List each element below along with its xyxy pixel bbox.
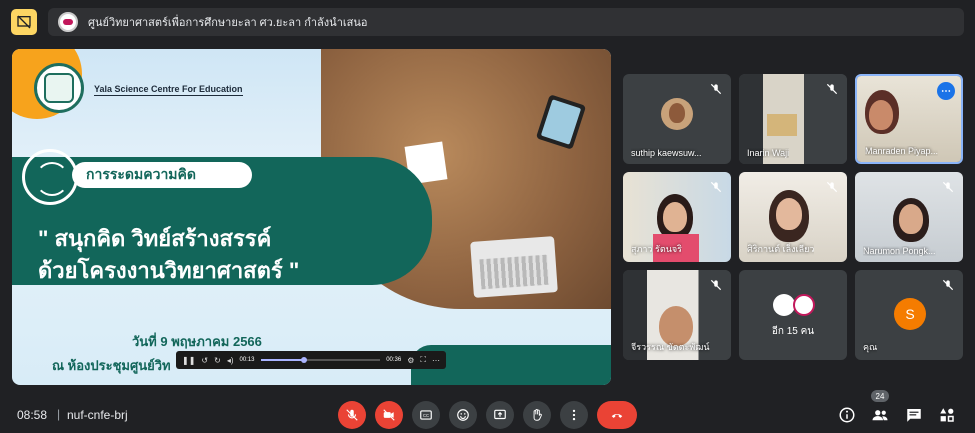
slide-tag: การระดมความคิด bbox=[72, 162, 252, 188]
people-icon bbox=[872, 410, 888, 421]
video-controls: ❚❚ ↺ ↻ ◂) 00:13 00:36 ⚙ ⛶ ⋯ bbox=[176, 351, 446, 369]
more-vert-icon bbox=[572, 409, 576, 421]
participant-tile[interactable]: สุภาว รัตนจริ bbox=[623, 172, 731, 262]
forward-icon[interactable]: ↻ bbox=[214, 356, 221, 365]
participant-name: จีรวรรณ ขัดตะพัฒน์ bbox=[631, 342, 710, 352]
participant-tile[interactable]: จีรวรรณ ขัดตะพัฒน์ bbox=[623, 270, 731, 360]
clock: 08:58 bbox=[17, 408, 48, 422]
activities-button[interactable] bbox=[936, 404, 958, 426]
others-avatars bbox=[773, 294, 817, 316]
footer-divider: | bbox=[57, 407, 61, 421]
mic-off-icon bbox=[710, 279, 722, 291]
slide-logo bbox=[34, 63, 84, 113]
phone-hangup-icon bbox=[611, 413, 623, 418]
meet-window: ศูนย์วิทยาศาสตร์เพื่อการศึกษายะลา ศว.ยะล… bbox=[0, 0, 975, 433]
progress-knob[interactable] bbox=[300, 357, 307, 363]
others-tile[interactable]: อีก 15 คน bbox=[739, 270, 847, 360]
hand-icon bbox=[533, 408, 542, 421]
self-avatar: S bbox=[894, 298, 926, 330]
slide-photo-laptop bbox=[470, 236, 558, 298]
participant-tile[interactable]: suthip kaewsuw... bbox=[623, 74, 731, 164]
participant-name: suthip kaewsuw... bbox=[631, 148, 702, 158]
camera-off-icon bbox=[383, 409, 395, 421]
camera-toggle-button[interactable] bbox=[375, 401, 403, 429]
participant-tile[interactable]: Narumon Pongk... bbox=[855, 172, 963, 262]
progress-bar[interactable] bbox=[260, 357, 381, 363]
mic-off-icon bbox=[826, 181, 838, 193]
present-button[interactable] bbox=[486, 401, 514, 429]
chat-icon bbox=[907, 409, 921, 422]
participant-name: Manraden Piyap... bbox=[865, 146, 939, 156]
slide-date: วันที่ 9 พฤษภาคม 2566 bbox=[132, 334, 262, 349]
presentation-icon[interactable] bbox=[11, 9, 37, 35]
captions-icon: CC bbox=[420, 410, 432, 420]
participant-tile[interactable]: Inarin Waji bbox=[739, 74, 847, 164]
presenter-avatar bbox=[58, 12, 78, 32]
reactions-button[interactable] bbox=[449, 401, 477, 429]
raise-hand-button[interactable] bbox=[523, 401, 551, 429]
participant-name: สุภาว รัตนจริ bbox=[631, 244, 682, 254]
more-options-button[interactable]: ⋯ bbox=[937, 82, 955, 100]
fullscreen-icon[interactable]: ⛶ bbox=[420, 355, 426, 365]
participant-tile-active[interactable]: ⋯ Manraden Piyap... bbox=[855, 74, 963, 164]
participant-count-badge: 24 bbox=[871, 390, 889, 402]
info-button[interactable] bbox=[836, 404, 858, 426]
end-call-button[interactable] bbox=[597, 401, 637, 429]
rewind-icon[interactable]: ↺ bbox=[201, 356, 208, 365]
participant-avatar bbox=[661, 98, 693, 130]
slide-headline-2: ด้วยโครงงานวิทยาศาสตร์ " bbox=[38, 258, 300, 283]
presentation-slide: Yala Science Centre For Education การระด… bbox=[12, 49, 611, 385]
slide-headline-1: " สนุกคิด วิทย์สร้างสรรค์ bbox=[38, 226, 272, 251]
more-icon[interactable]: ⋯ bbox=[432, 356, 440, 365]
captions-button[interactable]: CC bbox=[412, 401, 440, 429]
mic-off-icon bbox=[346, 409, 358, 421]
more-options-button[interactable] bbox=[560, 401, 588, 429]
others-count: อีก 15 คน bbox=[771, 326, 815, 337]
activities-icon bbox=[940, 408, 954, 422]
slide-org-name: Yala Science Centre For Education bbox=[94, 84, 243, 96]
meeting-code: nuf-cnfe-brj bbox=[67, 408, 128, 422]
participant-name: Narumon Pongk... bbox=[863, 246, 936, 256]
mic-off-icon bbox=[826, 83, 838, 95]
participant-name: คุณ bbox=[863, 342, 878, 352]
settings-icon[interactable]: ⚙ bbox=[407, 356, 414, 365]
mic-off-icon bbox=[710, 83, 722, 95]
participant-name: Inarin Waji bbox=[747, 148, 790, 158]
chat-button[interactable] bbox=[903, 404, 925, 426]
mic-off-icon bbox=[942, 279, 954, 291]
participant-name: ศิริกานต์ เล็งเลียว bbox=[747, 244, 815, 254]
presenter-bar: ศูนย์วิทยาศาสตร์เพื่อการศึกษายะลา ศว.ยะล… bbox=[48, 8, 964, 36]
presenter-title: ศูนย์วิทยาศาสตร์เพื่อการศึกษายะลา ศว.ยะล… bbox=[88, 17, 368, 29]
people-button[interactable] bbox=[869, 404, 891, 426]
self-tile[interactable]: S คุณ bbox=[855, 270, 963, 360]
mic-off-icon bbox=[710, 181, 722, 193]
current-time: 00:13 bbox=[239, 357, 255, 363]
info-icon bbox=[839, 407, 855, 423]
mic-off-icon bbox=[942, 181, 954, 193]
present-screen-icon bbox=[494, 409, 506, 420]
slide-venue: ณ ห้องประชุมศูนย์วิท bbox=[52, 358, 171, 373]
volume-icon[interactable]: ◂) bbox=[227, 356, 234, 365]
emoji-icon bbox=[457, 409, 469, 421]
participant-tile[interactable]: ศิริกานต์ เล็งเลียว bbox=[739, 172, 847, 262]
duration: 00:36 bbox=[386, 357, 402, 363]
pause-icon[interactable]: ❚❚ bbox=[182, 356, 195, 365]
svg-text:CC: CC bbox=[423, 413, 429, 418]
slide-tag-icon bbox=[22, 149, 78, 205]
mic-toggle-button[interactable] bbox=[338, 401, 366, 429]
